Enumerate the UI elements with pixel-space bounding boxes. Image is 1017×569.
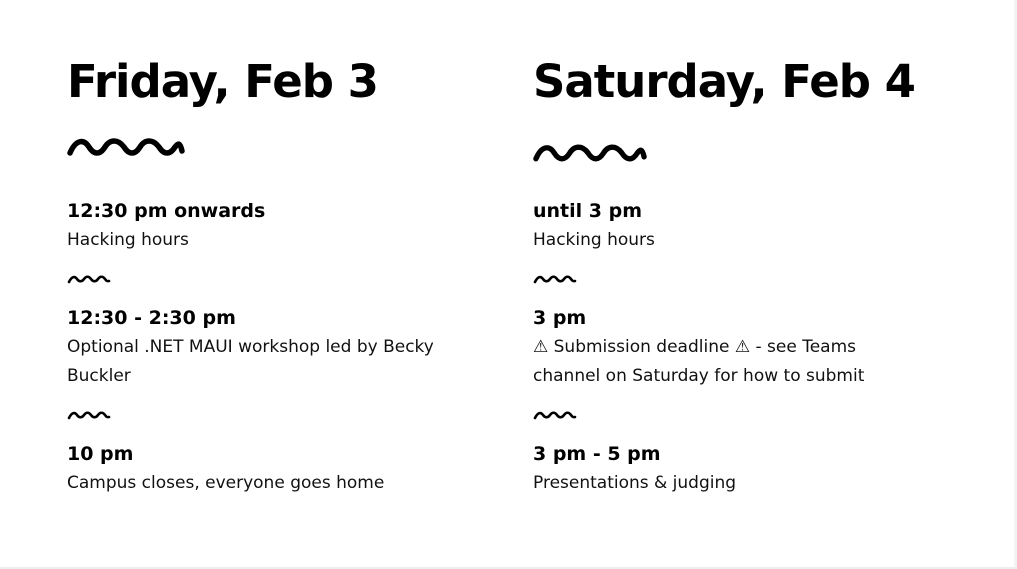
event-description: ⚠ Submission deadline ⚠ - see Teams chan… — [533, 337, 865, 386]
event-time: 3 pm — [533, 307, 587, 329]
squiggle-divider-icon — [533, 144, 647, 162]
event-item: 3 pm ⚠ Submission deadline ⚠ - see Teams… — [533, 305, 953, 391]
saturday-column: Saturday, Feb 4 until 3 pm Hacking hours… — [533, 54, 953, 498]
event-item: 10 pm Campus closes, everyone goes home — [67, 441, 487, 498]
squiggle-divider-icon — [67, 138, 185, 156]
event-item: 12:30 - 2:30 pm Optional .NET MAUI works… — [67, 305, 487, 391]
event-time: 3 pm - 5 pm — [533, 443, 661, 465]
event-time: 12:30 - 2:30 pm — [67, 307, 236, 329]
event-description: Presentations & judging — [533, 473, 737, 493]
event-description: Hacking hours — [67, 230, 189, 250]
event-time: 12:30 pm onwards — [67, 200, 266, 222]
squiggle-divider-icon — [533, 411, 577, 420]
saturday-title: Saturday, Feb 4 — [533, 55, 916, 108]
event-item: 12:30 pm onwards Hacking hours — [67, 198, 487, 255]
squiggle-divider-icon — [67, 411, 111, 420]
friday-column: Friday, Feb 3 12:30 pm onwards Hacking h… — [67, 54, 487, 498]
schedule-page: Friday, Feb 3 12:30 pm onwards Hacking h… — [0, 0, 1017, 569]
squiggle-divider-icon — [67, 275, 111, 284]
saturday-events: until 3 pm Hacking hours 3 pm ⚠ Submissi… — [533, 198, 953, 498]
friday-events: 12:30 pm onwards Hacking hours 12:30 - 2… — [67, 198, 487, 498]
event-time: until 3 pm — [533, 200, 643, 222]
event-description: Hacking hours — [533, 230, 655, 250]
event-item: until 3 pm Hacking hours — [533, 198, 953, 255]
event-description: Optional .NET MAUI workshop led by Becky… — [67, 337, 434, 386]
event-time: 10 pm — [67, 443, 134, 465]
squiggle-divider-icon — [533, 275, 577, 284]
event-description: Campus closes, everyone goes home — [67, 473, 385, 493]
event-item: 3 pm - 5 pm Presentations & judging — [533, 441, 953, 498]
friday-title: Friday, Feb 3 — [67, 55, 379, 108]
